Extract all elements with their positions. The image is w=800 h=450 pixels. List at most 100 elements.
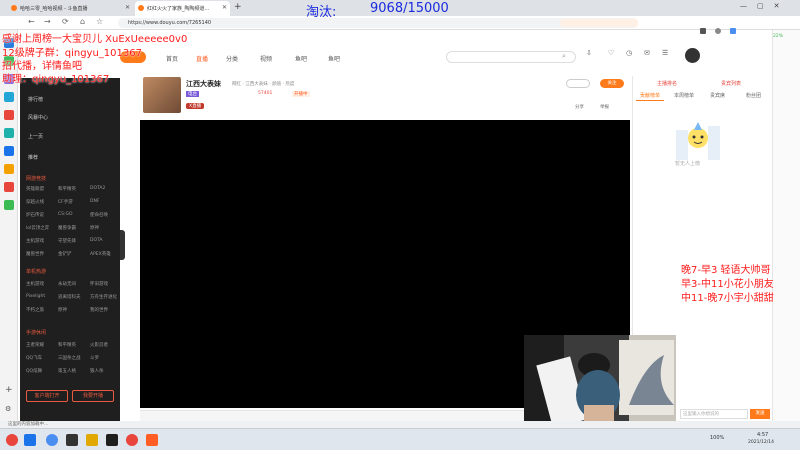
avatar[interactable] [685,48,700,63]
sidebar-category-link[interactable]: 原神 [90,225,99,231]
sidebar-category-link[interactable]: 主机游戏 [26,238,44,244]
app-icon[interactable] [66,434,78,446]
sidebar-category-link[interactable]: QQ炫舞 [26,368,42,374]
ad-chip[interactable] [560,19,638,27]
home-icon[interactable]: ⌂ [80,17,85,26]
nav-home[interactable]: 首页 [166,54,178,63]
app-icon[interactable] [4,200,14,210]
sidebar-category-link[interactable]: 原神 [58,307,67,313]
app-icon[interactable] [6,434,18,446]
sidebar-category-link[interactable]: 狼人杀 [90,368,104,374]
window-controls-icon[interactable]: —▢✕ [740,2,789,10]
settings-icon[interactable]: ⚙ [5,405,11,413]
streamer-avatar[interactable] [143,77,181,113]
forward-icon[interactable]: → [44,17,51,26]
sidebar-item-prev[interactable]: 上一页 [28,133,43,140]
app-icon[interactable] [146,434,158,446]
sidebar-category-link[interactable]: CF手游 [58,199,73,205]
download-icon[interactable]: ⇩ [586,49,592,57]
sidebar-category-link[interactable]: 守望先锋 [58,238,76,244]
tab-2[interactable]: 红红火火了家族_陶陶频道... ✕ [135,1,230,16]
sidebar-category-link[interactable]: 我的世界 [90,307,108,313]
sidebar-category-link[interactable]: DNF [90,199,99,204]
nav-more[interactable]: 鱼吧 [328,54,340,63]
history-icon[interactable]: ◷ [626,49,632,57]
tab-contribution[interactable]: 贡献榜单 [636,92,665,101]
sidebar-category-link[interactable]: Pixelight [26,294,45,299]
tab-fanclub[interactable]: 粉丝团 [742,92,765,101]
share-button[interactable]: 分享 [575,104,584,110]
heart-icon[interactable]: ♡ [608,49,614,57]
sidebar-category-link[interactable]: 逃离塔科夫 [58,294,81,300]
tab-vip[interactable]: 贵宾席 [706,92,729,101]
chip[interactable]: X直播 [186,103,205,109]
send-button[interactable]: 发送 [750,409,770,419]
tab-1[interactable]: 哈哈三零_哈哈视频 - 斗鱼直播 ✕ [8,1,133,16]
sidebar-category-link[interactable]: QQ飞车 [26,355,42,361]
nav-live[interactable]: 直播 [196,54,208,63]
sidebar-category-link[interactable]: 穿越火线 [26,199,44,205]
sidebar-category-link[interactable]: 永劫无间 [58,281,76,287]
sidebar-category-link[interactable]: 火影忍者 [90,342,108,348]
task-icon[interactable]: ☰ [662,49,668,57]
folder-icon[interactable] [86,434,98,446]
app-icon[interactable] [4,182,14,192]
start-stream-button[interactable]: 我要开播 [72,390,114,402]
sidebar-category-link[interactable]: 魔兽世界 [26,251,44,257]
chat-input[interactable]: 这里输入你想说的 [680,409,748,419]
sidebar-category-link[interactable]: 三国杀之战 [58,355,81,361]
tab-weekly[interactable]: 本周榜单 [670,92,698,101]
sidebar-category-link[interactable]: lol云顶之弈 [26,225,49,231]
app-icon[interactable] [4,110,14,120]
sidebar-category-link[interactable]: APEX英雄 [90,251,111,257]
app-icon[interactable] [126,434,138,446]
add-icon[interactable]: + [5,385,13,395]
sidebar-category-link[interactable]: 使命召唤 [90,212,108,218]
close-icon[interactable]: ✕ [125,4,130,11]
sidebar-category-link[interactable]: CS:GO [58,212,73,217]
sidebar-item-rank[interactable]: 排行榜 [28,96,43,103]
nav-fishbar[interactable]: 鱼吧 [295,54,307,63]
report-button[interactable]: 举报 [600,104,609,110]
sidebar-item-recommend[interactable]: 推荐 [28,154,38,161]
toggle-icon[interactable] [566,79,590,88]
app-icon[interactable] [4,92,14,102]
sidebar-category-link[interactable]: DOTA2 [90,186,105,191]
sidebar-category-link[interactable]: 魔兽争霸 [58,225,76,231]
nav-category[interactable]: 分类 [226,54,238,63]
rank-tag[interactable]: 主播排名 [657,80,677,87]
app-icon[interactable] [106,434,118,446]
sidebar-category-link[interactable]: 金铲铲 [58,251,72,257]
nav-video[interactable]: 视频 [260,54,272,63]
star-icon[interactable]: ☆ [96,17,103,26]
sidebar-category-link[interactable]: 怀旧游戏 [90,281,108,287]
sidebar-category-link[interactable]: 和平精英 [58,342,76,348]
message-icon[interactable]: ✉ [644,49,650,57]
search-input[interactable] [446,51,576,63]
sidebar-category-link[interactable]: 第五人格 [58,368,76,374]
app-icon[interactable] [4,128,14,138]
app-icon[interactable] [4,146,14,156]
sidebar-item-storm[interactable]: 风暴中心 [28,114,48,121]
sidebar-category-link[interactable]: 斗罗 [90,355,99,361]
sidebar-category-link[interactable]: 主机游戏 [26,281,44,287]
open-client-button[interactable]: 客户端打开 [26,390,68,402]
sidebar-category-link[interactable]: 和平精英 [58,186,76,192]
back-icon[interactable]: ← [28,17,35,26]
close-icon[interactable]: ✕ [222,4,227,11]
extension-icons[interactable] [700,19,760,34]
windows-start-icon[interactable] [24,434,36,446]
sidebar-collapse-handle[interactable] [120,230,125,260]
sidebar-category-link[interactable]: 英雄联盟 [26,186,44,192]
reload-icon[interactable]: ⟳ [62,17,69,26]
sidebar-category-link[interactable]: 方舟生存进化 [90,294,117,300]
sidebar-category-link[interactable]: 王者荣耀 [26,342,44,348]
sidebar-category-link[interactable]: DOTA [90,238,103,243]
vip-tag[interactable]: 贵宾列表 [721,80,741,87]
new-tab-icon[interactable]: + [234,2,242,12]
sidebar-category-link[interactable]: 炉石传说 [26,212,44,218]
follow-button[interactable]: 关注 [600,79,624,88]
edge-icon[interactable] [46,434,58,446]
search-icon[interactable]: ⌕ [562,52,566,61]
app-icon[interactable] [4,164,14,174]
